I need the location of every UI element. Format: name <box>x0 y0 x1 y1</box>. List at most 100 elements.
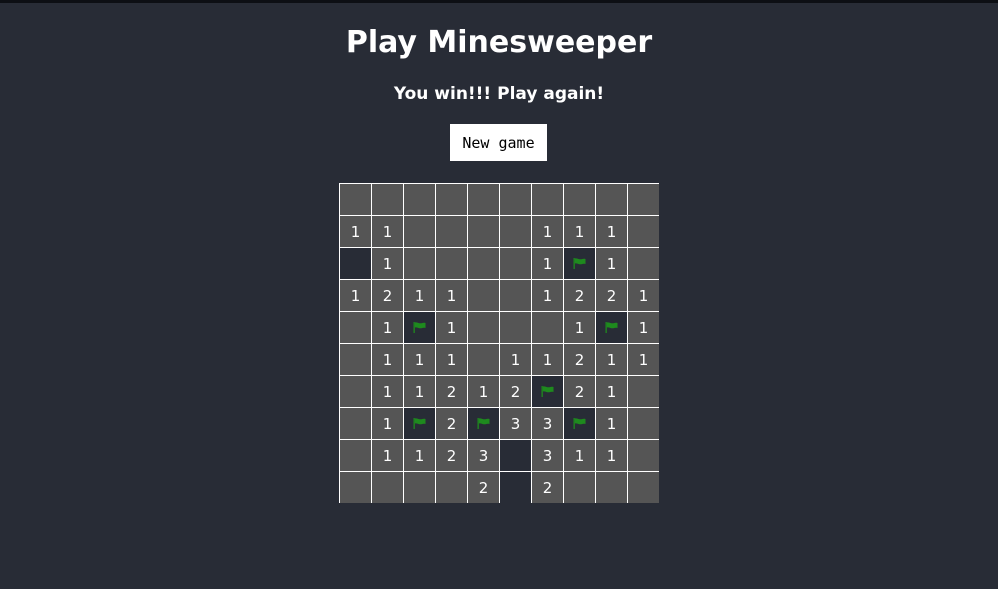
number-cell[interactable]: 2 <box>436 376 467 407</box>
number-cell[interactable]: 1 <box>596 440 627 471</box>
number-cell[interactable]: 1 <box>532 280 563 311</box>
unrevealed-cell[interactable] <box>500 472 531 503</box>
number-cell[interactable]: 1 <box>404 280 435 311</box>
number-cell[interactable]: 1 <box>628 344 659 375</box>
empty-cell[interactable] <box>340 376 371 407</box>
number-cell[interactable]: 1 <box>596 216 627 247</box>
flagged-cell[interactable] <box>404 408 435 439</box>
flagged-cell[interactable] <box>564 248 595 279</box>
number-cell[interactable]: 1 <box>564 440 595 471</box>
number-cell[interactable]: 1 <box>404 376 435 407</box>
number-cell[interactable]: 1 <box>340 216 371 247</box>
number-cell[interactable]: 1 <box>340 280 371 311</box>
number-cell[interactable]: 3 <box>500 408 531 439</box>
number-cell[interactable]: 1 <box>404 440 435 471</box>
empty-cell[interactable] <box>500 248 531 279</box>
empty-cell[interactable] <box>468 184 499 215</box>
number-cell[interactable]: 1 <box>372 312 403 343</box>
empty-cell[interactable] <box>468 344 499 375</box>
number-cell[interactable]: 1 <box>372 440 403 471</box>
number-cell[interactable]: 3 <box>532 408 563 439</box>
empty-cell[interactable] <box>468 216 499 247</box>
empty-cell[interactable] <box>596 184 627 215</box>
number-cell[interactable]: 1 <box>532 344 563 375</box>
empty-cell[interactable] <box>436 248 467 279</box>
number-cell[interactable]: 1 <box>596 376 627 407</box>
empty-cell[interactable] <box>500 280 531 311</box>
number-cell[interactable]: 1 <box>372 408 403 439</box>
empty-cell[interactable] <box>628 184 659 215</box>
empty-cell[interactable] <box>436 184 467 215</box>
empty-cell[interactable] <box>500 184 531 215</box>
number-cell[interactable]: 1 <box>404 344 435 375</box>
number-cell[interactable]: 1 <box>372 376 403 407</box>
empty-cell[interactable] <box>628 472 659 503</box>
number-cell[interactable]: 2 <box>564 376 595 407</box>
unrevealed-cell[interactable] <box>340 248 371 279</box>
number-cell[interactable]: 1 <box>596 344 627 375</box>
empty-cell[interactable] <box>564 472 595 503</box>
number-cell[interactable]: 3 <box>468 440 499 471</box>
empty-cell[interactable] <box>532 184 563 215</box>
empty-cell[interactable] <box>340 408 371 439</box>
empty-cell[interactable] <box>628 440 659 471</box>
number-cell[interactable]: 1 <box>532 248 563 279</box>
number-cell[interactable]: 1 <box>596 408 627 439</box>
flagged-cell[interactable] <box>532 376 563 407</box>
flagged-cell[interactable] <box>404 312 435 343</box>
number-cell[interactable]: 2 <box>468 472 499 503</box>
number-cell[interactable]: 1 <box>468 376 499 407</box>
empty-cell[interactable] <box>628 408 659 439</box>
number-cell[interactable]: 3 <box>532 440 563 471</box>
empty-cell[interactable] <box>340 472 371 503</box>
number-cell[interactable]: 2 <box>564 280 595 311</box>
number-cell[interactable]: 1 <box>372 344 403 375</box>
new-game-button[interactable]: New game <box>450 124 547 161</box>
empty-cell[interactable] <box>404 216 435 247</box>
flagged-cell[interactable] <box>564 408 595 439</box>
number-cell[interactable]: 1 <box>564 312 595 343</box>
empty-cell[interactable] <box>404 248 435 279</box>
number-cell[interactable]: 1 <box>596 248 627 279</box>
empty-cell[interactable] <box>532 312 563 343</box>
number-cell[interactable]: 1 <box>628 280 659 311</box>
empty-cell[interactable] <box>564 184 595 215</box>
empty-cell[interactable] <box>340 440 371 471</box>
empty-cell[interactable] <box>628 216 659 247</box>
number-cell[interactable]: 1 <box>372 216 403 247</box>
number-cell[interactable]: 1 <box>628 312 659 343</box>
flagged-cell[interactable] <box>596 312 627 343</box>
empty-cell[interactable] <box>436 472 467 503</box>
empty-cell[interactable] <box>404 184 435 215</box>
number-cell[interactable]: 1 <box>564 216 595 247</box>
number-cell[interactable]: 2 <box>436 408 467 439</box>
number-cell[interactable]: 1 <box>500 344 531 375</box>
empty-cell[interactable] <box>628 248 659 279</box>
empty-cell[interactable] <box>372 472 403 503</box>
flagged-cell[interactable] <box>468 408 499 439</box>
empty-cell[interactable] <box>340 184 371 215</box>
empty-cell[interactable] <box>468 280 499 311</box>
number-cell[interactable]: 1 <box>436 344 467 375</box>
number-cell[interactable]: 2 <box>532 472 563 503</box>
empty-cell[interactable] <box>468 312 499 343</box>
empty-cell[interactable] <box>468 248 499 279</box>
number-cell[interactable]: 1 <box>372 248 403 279</box>
number-cell[interactable]: 1 <box>436 312 467 343</box>
number-cell[interactable]: 2 <box>436 440 467 471</box>
number-cell[interactable]: 2 <box>596 280 627 311</box>
empty-cell[interactable] <box>500 216 531 247</box>
number-cell[interactable]: 1 <box>436 280 467 311</box>
number-cell[interactable]: 2 <box>500 376 531 407</box>
empty-cell[interactable] <box>372 184 403 215</box>
empty-cell[interactable] <box>340 344 371 375</box>
empty-cell[interactable] <box>628 376 659 407</box>
unrevealed-cell[interactable] <box>500 440 531 471</box>
empty-cell[interactable] <box>596 472 627 503</box>
empty-cell[interactable] <box>500 312 531 343</box>
empty-cell[interactable] <box>340 312 371 343</box>
empty-cell[interactable] <box>436 216 467 247</box>
number-cell[interactable]: 1 <box>532 216 563 247</box>
number-cell[interactable]: 2 <box>564 344 595 375</box>
empty-cell[interactable] <box>404 472 435 503</box>
